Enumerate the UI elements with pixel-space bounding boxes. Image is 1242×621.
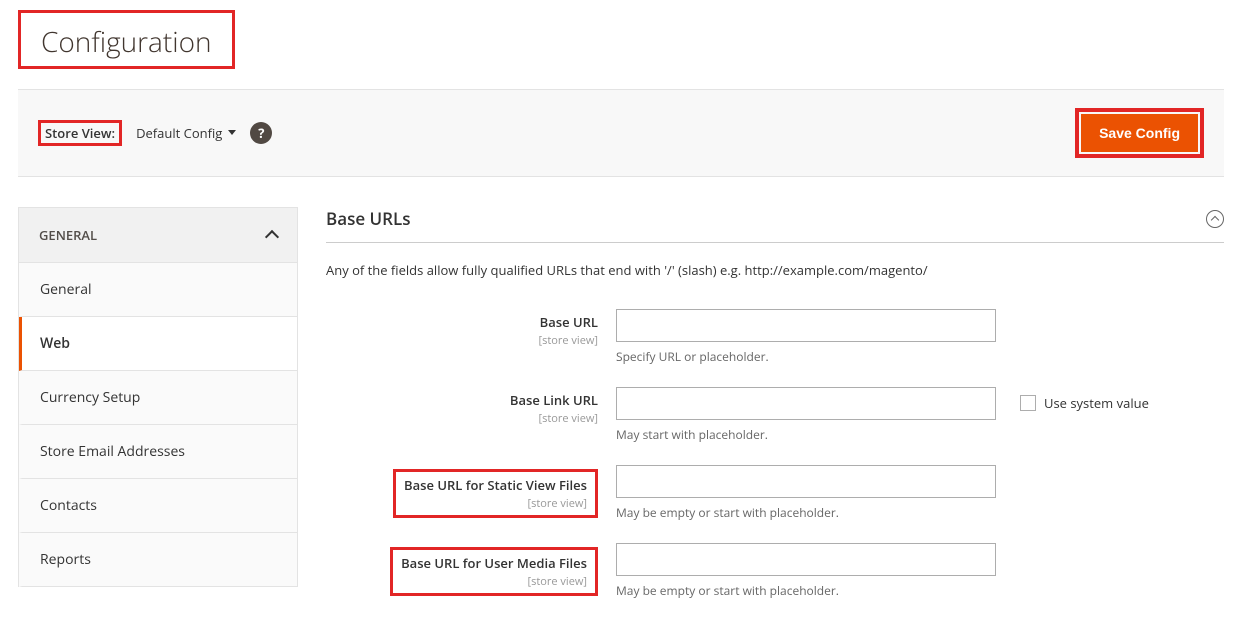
field-row: Base Link URL [store view] May start with … xyxy=(326,387,1224,457)
field-scope: [store view] xyxy=(404,496,587,511)
page-title: Configuration xyxy=(18,10,235,69)
sidebar: GENERAL GeneralWebCurrency SetupStore Em… xyxy=(18,207,298,621)
field-input-col: May be empty or start with placeholder. xyxy=(616,465,996,535)
sidebar-item-contacts[interactable]: Contacts xyxy=(19,479,297,533)
field-label-col: Base URL for User Media Files [store view… xyxy=(326,543,616,596)
chevron-down-icon xyxy=(228,130,236,135)
field-input-base-url[interactable] xyxy=(616,309,996,342)
help-icon[interactable]: ? xyxy=(250,122,272,144)
field-row: Base URL [store view] Specify URL or place… xyxy=(326,309,1224,379)
chevron-up-icon xyxy=(1211,215,1219,223)
field-label-wrap: Base URL for User Media Files [store view… xyxy=(390,547,598,596)
collapse-icon[interactable] xyxy=(1206,210,1224,228)
field-label: Base Link URL xyxy=(510,391,598,409)
field-label: Base URL for User Media Files xyxy=(401,554,587,572)
field-note: May be empty or start with placeholder. xyxy=(616,504,996,521)
use-system-value-label[interactable]: Use system value xyxy=(1044,394,1149,412)
field-label-col: Base URL [store view] xyxy=(326,309,616,349)
toolbar: Store View: Default Config ? Save Config xyxy=(18,89,1224,177)
field-note: May start with placeholder. xyxy=(616,426,996,443)
field-label-wrap: Base Link URL [store view] xyxy=(510,391,598,426)
field-label-col: Base URL for Static View Files [store vie… xyxy=(326,465,616,518)
sidebar-items: GeneralWebCurrency SetupStore Email Addr… xyxy=(18,263,298,587)
field-label-wrap: Base URL [store view] xyxy=(539,313,598,348)
save-config-button[interactable]: Save Config xyxy=(1081,114,1198,152)
store-view-dropdown[interactable]: Default Config xyxy=(136,124,236,142)
sidebar-item-store-email-addresses[interactable]: Store Email Addresses xyxy=(19,425,297,479)
sidebar-item-currency-setup[interactable]: Currency Setup xyxy=(19,371,297,425)
sidebar-item-reports[interactable]: Reports xyxy=(19,533,297,587)
field-input-base-url-for-user-media-files[interactable] xyxy=(616,543,996,576)
content: Base URLs Any of the fields allow fully … xyxy=(326,207,1224,621)
field-row: Base URL for Static View Files [store vie… xyxy=(326,465,1224,535)
field-label: Base URL for Static View Files xyxy=(404,476,587,494)
field-input-col: May be empty or start with placeholder. xyxy=(616,543,996,613)
field-scope: [store view] xyxy=(539,333,598,348)
fields-container: Base URL [store view] Specify URL or place… xyxy=(326,309,1224,613)
sidebar-item-web[interactable]: Web xyxy=(19,317,297,371)
sidebar-group-general[interactable]: GENERAL xyxy=(18,207,298,263)
section-description: Any of the fields allow fully qualified … xyxy=(326,261,1224,279)
field-scope: [store view] xyxy=(401,574,587,589)
field-input-base-url-for-static-view-files[interactable] xyxy=(616,465,996,498)
field-label: Base URL xyxy=(540,313,598,331)
field-label-wrap: Base URL for Static View Files [store vie… xyxy=(393,469,598,518)
sidebar-group-label: GENERAL xyxy=(39,226,97,244)
field-note: Specify URL or placeholder. xyxy=(616,348,996,365)
field-input-col: Specify URL or placeholder. xyxy=(616,309,996,379)
main-layout: GENERAL GeneralWebCurrency SetupStore Em… xyxy=(18,207,1224,621)
save-button-highlight: Save Config xyxy=(1075,108,1204,158)
chevron-up-icon xyxy=(265,229,279,243)
store-view-label: Store View: xyxy=(38,120,122,146)
field-input-base-link-url[interactable] xyxy=(616,387,996,420)
field-input-col: May start with placeholder. xyxy=(616,387,996,457)
toolbar-left: Store View: Default Config ? xyxy=(38,120,272,146)
field-label-col: Base Link URL [store view] xyxy=(326,387,616,427)
field-scope: [store view] xyxy=(510,411,598,426)
use-system-value-wrap: Use system value xyxy=(996,387,1149,412)
store-view-value-text: Default Config xyxy=(136,124,222,142)
section-header: Base URLs xyxy=(326,207,1224,243)
sidebar-item-general[interactable]: General xyxy=(19,263,297,317)
use-system-value-checkbox[interactable] xyxy=(1020,395,1036,411)
field-row: Base URL for User Media Files [store view… xyxy=(326,543,1224,613)
field-note: May be empty or start with placeholder. xyxy=(616,582,996,599)
section-title: Base URLs xyxy=(326,207,411,230)
